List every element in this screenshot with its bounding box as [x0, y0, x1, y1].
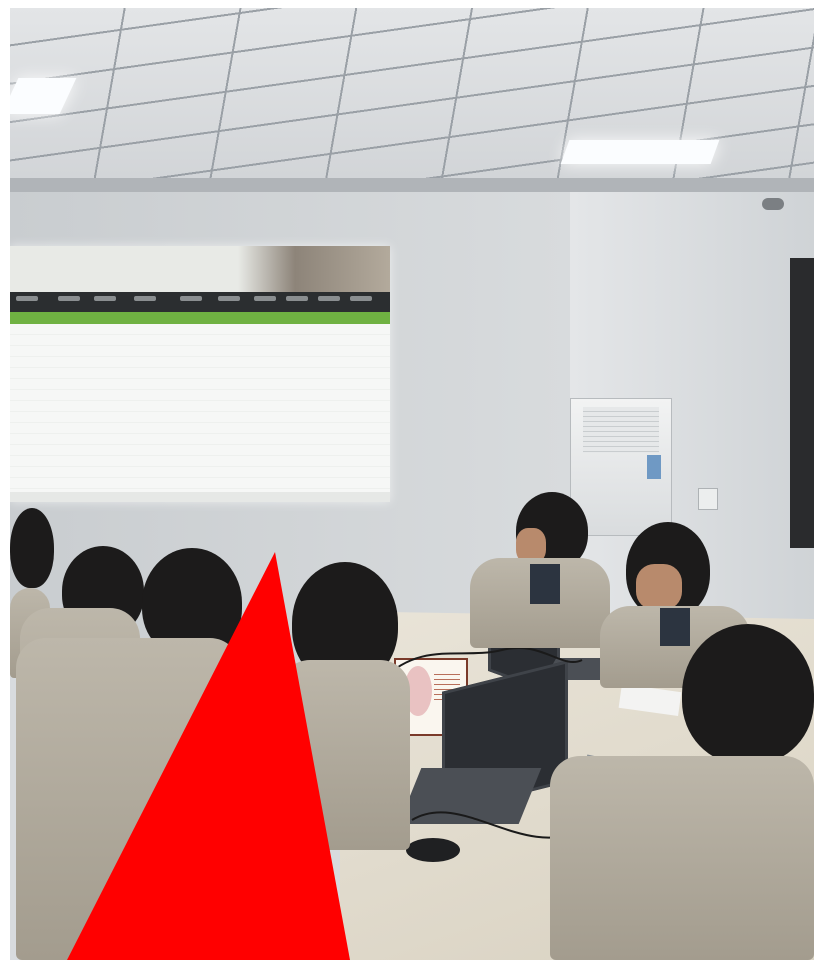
projected-green-bar [10, 312, 390, 324]
security-camera [762, 198, 784, 210]
computer-mouse [406, 838, 460, 862]
projected-taskbar [10, 492, 390, 502]
projection-screen [10, 246, 390, 502]
photo-frame [10, 8, 814, 960]
wall-switch [698, 488, 718, 510]
projected-menu-bar [10, 292, 390, 312]
ac-label [647, 455, 661, 479]
window [790, 258, 814, 548]
ceiling-beam [10, 178, 814, 192]
ac-grill [583, 407, 659, 453]
projected-content [10, 324, 390, 502]
ceiling-light [560, 140, 720, 164]
laptop-keyboard [398, 768, 542, 824]
projected-banner [10, 246, 390, 292]
